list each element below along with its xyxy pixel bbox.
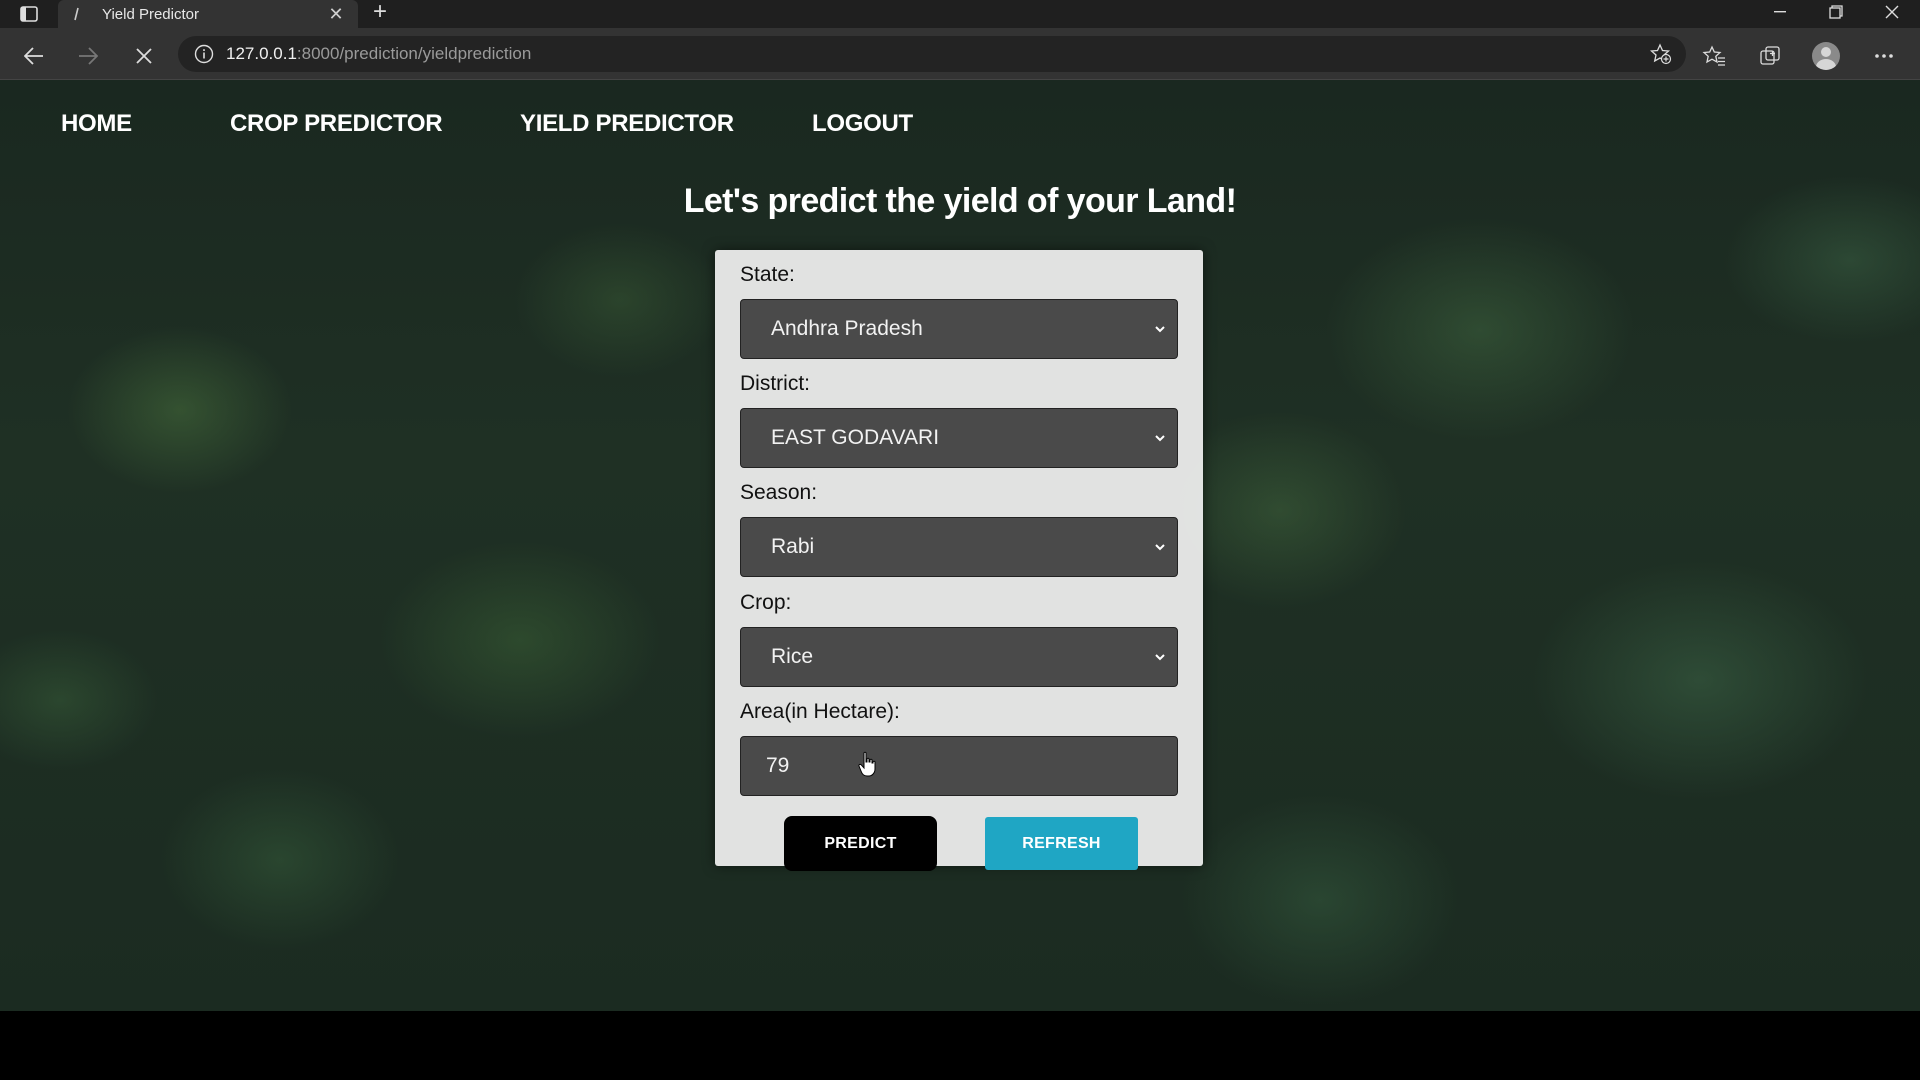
- restore-icon[interactable]: [1808, 0, 1864, 24]
- page-title: Let's predict the yield of your Land!: [683, 182, 1237, 220]
- area-input-value: 79: [766, 754, 790, 777]
- nav-crop-predictor-link[interactable]: CROP PREDICTOR: [230, 110, 443, 138]
- predict-button[interactable]: PREDICT: [784, 816, 937, 871]
- crop-select[interactable]: Rice: [740, 627, 1178, 687]
- close-window-icon[interactable]: [1864, 0, 1920, 24]
- stop-icon[interactable]: [128, 40, 160, 72]
- forward-icon[interactable]: [72, 40, 104, 72]
- season-label: Season:: [740, 481, 818, 504]
- chevron-down-icon: [1155, 435, 1165, 442]
- sidebar-toggle-icon[interactable]: [12, 2, 46, 26]
- yield-form-card: State: Andhra Pradesh District: EAST GOD…: [715, 250, 1203, 871]
- state-label: State:: [740, 263, 795, 286]
- collections-icon[interactable]: [1754, 40, 1786, 72]
- page-viewport: HOME CROP PREDICTOR YIELD PREDICTOR LOGO…: [0, 80, 1920, 1011]
- tab-close-icon[interactable]: ✕: [326, 4, 346, 25]
- chevron-down-icon: [1155, 544, 1165, 551]
- state-select-value: Andhra Pradesh: [771, 317, 923, 340]
- nav-home-link[interactable]: HOME: [61, 110, 132, 138]
- area-input[interactable]: 79: [740, 736, 1178, 796]
- info-icon[interactable]: [194, 44, 214, 64]
- add-favorite-icon[interactable]: [1650, 43, 1672, 65]
- refresh-button[interactable]: REFRESH: [985, 817, 1138, 870]
- district-select[interactable]: EAST GODAVARI: [740, 408, 1178, 468]
- state-select[interactable]: Andhra Pradesh: [740, 299, 1178, 359]
- nav-logout-link[interactable]: LOGOUT: [812, 110, 913, 138]
- district-select-value: EAST GODAVARI: [771, 426, 940, 449]
- cursor-icon: [858, 751, 876, 777]
- url-host: 127.0.0.1: [226, 44, 297, 63]
- address-bar[interactable]: 127.0.0.1:8000/prediction/yieldpredictio…: [178, 36, 1686, 72]
- favicon-icon: [70, 7, 84, 21]
- season-select[interactable]: Rabi: [740, 517, 1178, 577]
- tab-title: Yield Predictor: [102, 5, 199, 23]
- window-controls: [1752, 0, 1920, 28]
- active-tab[interactable]: Yield Predictor ✕: [58, 0, 358, 28]
- crop-label: Crop:: [740, 591, 792, 614]
- crop-select-value: Rice: [771, 645, 814, 668]
- minimize-icon[interactable]: [1752, 0, 1808, 24]
- profile-icon[interactable]: [1810, 40, 1842, 72]
- favorites-icon[interactable]: [1698, 40, 1730, 72]
- site-nav: HOME CROP PREDICTOR YIELD PREDICTOR LOGO…: [0, 80, 1920, 168]
- url-path: :8000/prediction/yieldprediction: [296, 44, 532, 63]
- back-icon[interactable]: [18, 40, 50, 72]
- avatar: [1812, 42, 1840, 70]
- bottom-black-bar: [0, 1011, 1920, 1080]
- new-tab-button[interactable]: +: [366, 0, 394, 26]
- area-label: Area(in Hectare):: [740, 700, 900, 723]
- more-icon[interactable]: [1868, 40, 1900, 72]
- chevron-down-icon: [1155, 654, 1165, 661]
- browser-toolbar: 127.0.0.1:8000/prediction/yieldpredictio…: [0, 28, 1920, 80]
- tab-strip: Yield Predictor ✕ +: [0, 0, 1920, 28]
- season-select-value: Rabi: [771, 535, 815, 558]
- chevron-down-icon: [1155, 326, 1165, 333]
- nav-yield-predictor-link[interactable]: YIELD PREDICTOR: [520, 110, 734, 138]
- district-label: District:: [740, 372, 810, 395]
